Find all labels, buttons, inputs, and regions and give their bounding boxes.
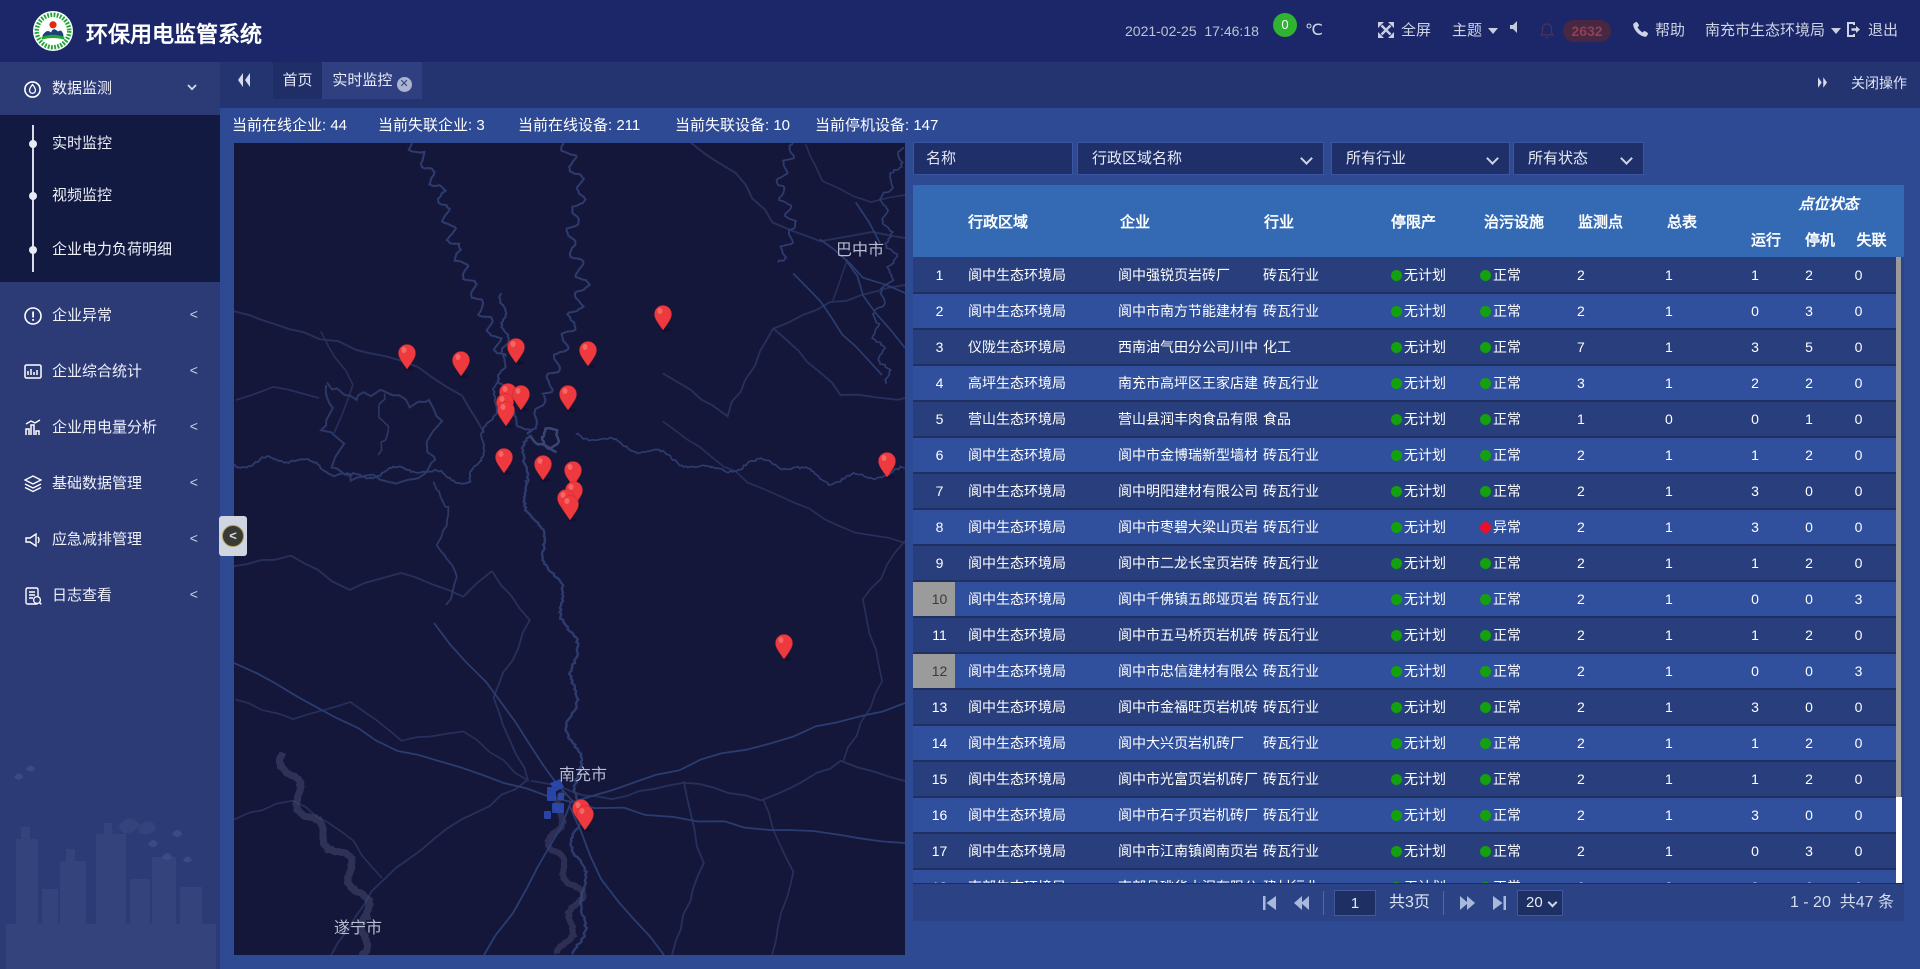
svg-text:巴中市: 巴中市 bbox=[836, 241, 884, 259]
svg-text:南充市: 南充市 bbox=[559, 766, 607, 784]
svg-text:遂宁市: 遂宁市 bbox=[334, 919, 382, 937]
